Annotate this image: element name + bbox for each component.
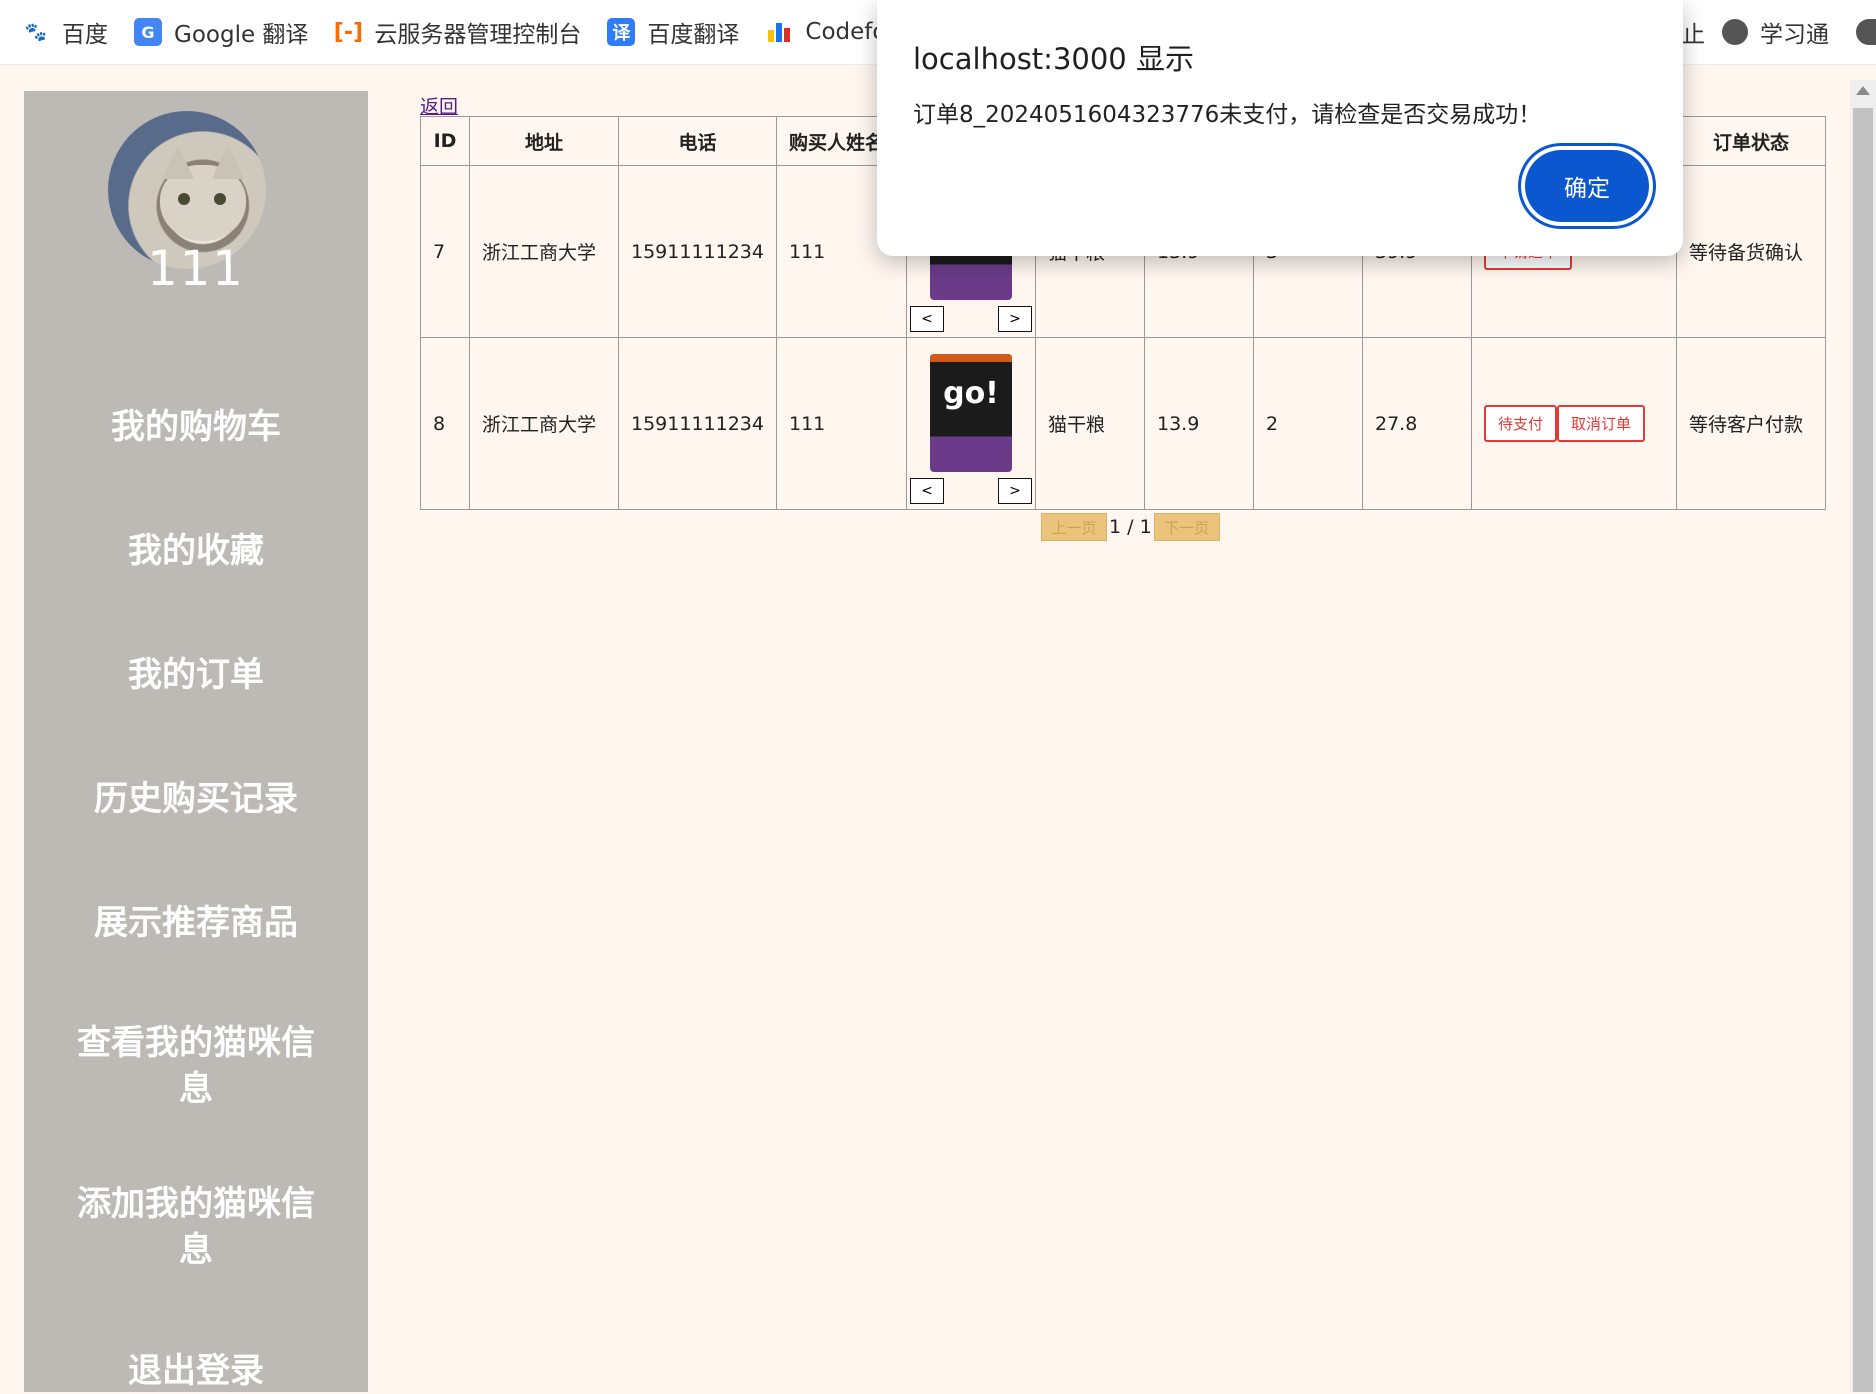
cell-action: 待支付 取消订单 xyxy=(1470,337,1677,510)
codeforces-icon xyxy=(765,18,793,46)
cell-buyer: 111 xyxy=(775,337,907,510)
bookmark-xuexitong[interactable]: 学习通 xyxy=(1722,0,1829,64)
page-info: 1 / 1 xyxy=(1109,516,1152,538)
nav-logout[interactable]: 退出登录 xyxy=(64,1348,328,1394)
bookmark-google-translate[interactable]: G Google 翻译 xyxy=(134,15,308,49)
cancel-order-button[interactable]: 取消订单 xyxy=(1557,405,1646,442)
col-status: 订单状态 xyxy=(1675,116,1826,166)
google-translate-icon: G xyxy=(134,18,162,46)
scroll-up-arrow-icon[interactable] xyxy=(1856,86,1870,95)
bookmark-partial-label: 止 xyxy=(1682,22,1705,48)
nav-favorites[interactable]: 我的收藏 xyxy=(64,528,328,574)
cell-phone: 15911111234 xyxy=(618,337,777,510)
page-scrollbar[interactable] xyxy=(1850,80,1876,1392)
image-prev-button[interactable]: < xyxy=(909,477,944,504)
globe-icon xyxy=(1722,19,1748,45)
table-row: 8 浙江工商大学 15911111234 111 go! < > 猫干粮 13.… xyxy=(420,337,1826,510)
image-next-button[interactable]: > xyxy=(997,305,1032,332)
cell-address: 浙江工商大学 xyxy=(469,337,619,510)
cell-id: 8 xyxy=(420,337,470,510)
sidebar: 111 我的购物车 我的收藏 我的订单 历史购买记录 展示推荐商品 查看我的猫咪… xyxy=(24,91,368,1392)
prev-page-button[interactable]: 上一页 xyxy=(1041,513,1107,541)
cell-product-image: go! < > xyxy=(905,337,1036,510)
nav-view-cat-info[interactable]: 查看我的猫咪信息 xyxy=(64,1020,328,1112)
col-id: ID xyxy=(420,116,470,166)
nav-add-cat-info[interactable]: 添加我的猫咪信息 xyxy=(64,1181,328,1273)
bookmark-baidu[interactable]: 🐾 百度 xyxy=(22,15,108,49)
cell-qty: 2 xyxy=(1252,337,1363,510)
bookmark-label: 百度翻译 xyxy=(647,22,740,48)
bookmark-label: 百度 xyxy=(62,22,108,48)
back-link[interactable]: 返回 xyxy=(420,92,458,119)
cell-product: 猫干粮 xyxy=(1034,337,1145,510)
baidu-paw-icon: 🐾 xyxy=(24,21,48,43)
cell-status: 等待备货确认 xyxy=(1675,165,1826,338)
nav-shopping-cart[interactable]: 我的购物车 xyxy=(64,404,328,450)
cat-photo xyxy=(160,145,246,241)
bookmark-aliyun[interactable]: [-] 云服务器管理控制台 xyxy=(333,15,582,49)
aliyun-icon: [-] xyxy=(333,19,364,45)
scrollbar-thumb[interactable] xyxy=(1853,108,1873,1392)
nav-recommended[interactable]: 展示推荐商品 xyxy=(64,900,328,946)
cell-total: 27.8 xyxy=(1361,337,1472,510)
image-next-button[interactable]: > xyxy=(997,477,1032,504)
cell-price: 13.9 xyxy=(1143,337,1254,510)
bookmark-label: Google 翻译 xyxy=(174,22,309,48)
globe-icon[interactable] xyxy=(1856,0,1876,64)
bookmark-label: 学习通 xyxy=(1760,22,1829,48)
dialog-ok-button[interactable]: 确定 xyxy=(1525,150,1649,222)
baidu-translate-icon: 译 xyxy=(607,18,636,46)
dialog-title: localhost:3000 显示 xyxy=(913,42,1194,76)
next-page-button[interactable]: 下一页 xyxy=(1153,513,1220,541)
alert-dialog: localhost:3000 显示 订单8_2024051604323776未支… xyxy=(877,0,1683,256)
cell-id: 7 xyxy=(420,165,470,338)
cell-status: 等待客户付款 xyxy=(1675,337,1826,510)
col-address: 地址 xyxy=(469,116,619,166)
image-prev-button[interactable]: < xyxy=(909,305,944,332)
bookmark-baidu-translate[interactable]: 译 百度翻译 xyxy=(607,15,739,49)
bookmark-label: 云服务器管理控制台 xyxy=(374,22,582,48)
pagination: 上一页 1 / 1 下一页 xyxy=(1041,513,1220,541)
product-image: go! xyxy=(929,353,1012,472)
dialog-message: 订单8_2024051604323776未支付，请检查是否交易成功！ xyxy=(913,102,1542,128)
col-phone: 电话 xyxy=(618,116,777,166)
nav-my-orders[interactable]: 我的订单 xyxy=(64,652,328,698)
username: 111 xyxy=(147,241,245,297)
pay-button[interactable]: 待支付 xyxy=(1483,405,1557,442)
bookmark-partial[interactable]: 止 xyxy=(1682,0,1705,64)
cell-address: 浙江工商大学 xyxy=(469,165,619,338)
cell-phone: 15911111234 xyxy=(618,165,777,338)
nav-purchase-history[interactable]: 历史购买记录 xyxy=(64,776,328,822)
